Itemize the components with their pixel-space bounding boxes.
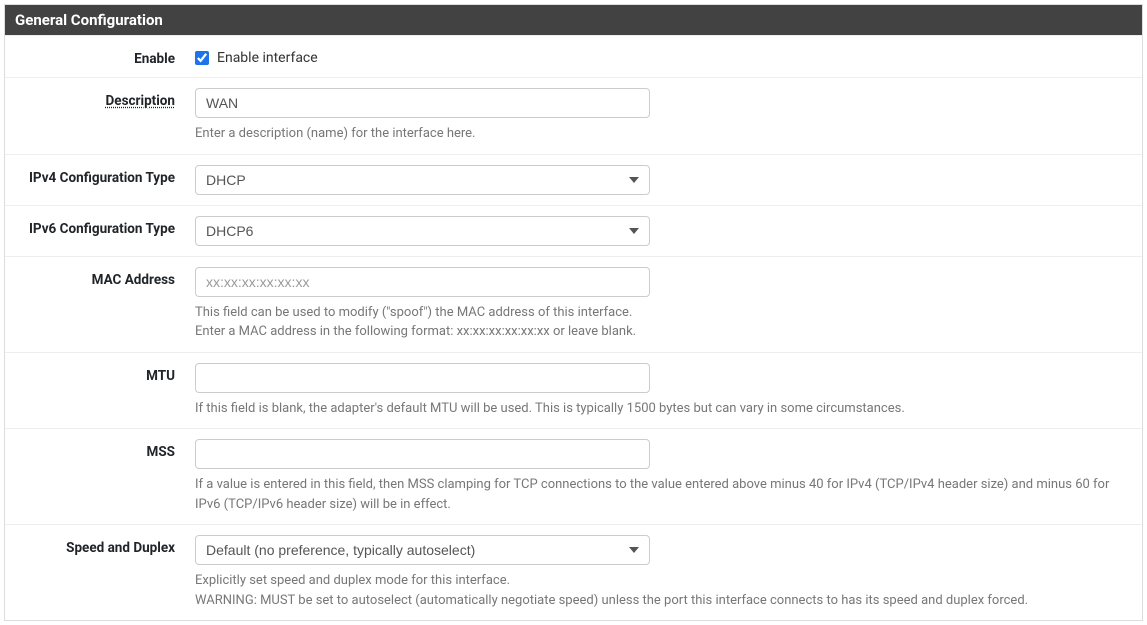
label-ipv4-type: IPv4 Configuration Type [15, 165, 195, 186]
row-mss: MSS If a value is entered in this field,… [5, 428, 1142, 524]
mss-help: If a value is entered in this field, the… [195, 475, 1132, 514]
label-mtu: MTU [15, 363, 195, 384]
mac-address-input[interactable] [195, 267, 650, 297]
general-configuration-panel: General Configuration Enable Enable inte… [4, 4, 1143, 621]
label-mac-address: MAC Address [15, 267, 195, 288]
label-ipv6-type: IPv6 Configuration Type [15, 216, 195, 237]
row-description: Description Enter a description (name) f… [5, 77, 1142, 154]
row-ipv4-type: IPv4 Configuration Type DHCP [5, 154, 1142, 205]
mtu-help: If this field is blank, the adapter's de… [195, 399, 1132, 419]
label-description: Description [15, 88, 195, 109]
mac-address-help: This field can be used to modify ("spoof… [195, 303, 1132, 342]
ipv6-type-select[interactable]: DHCP6 [195, 216, 650, 246]
speed-duplex-select[interactable]: Default (no preference, typically autose… [195, 535, 650, 565]
row-mtu: MTU If this field is blank, the adapter'… [5, 352, 1142, 429]
row-speed-duplex: Speed and Duplex Default (no preference,… [5, 524, 1142, 620]
mtu-input[interactable] [195, 363, 650, 393]
description-input[interactable] [195, 88, 650, 118]
enable-checkbox-label: Enable interface [217, 50, 318, 66]
ipv4-type-select[interactable]: DHCP [195, 165, 650, 195]
speed-duplex-help: Explicitly set speed and duplex mode for… [195, 571, 1132, 610]
enable-checkbox[interactable] [195, 51, 209, 65]
label-mss: MSS [15, 439, 195, 460]
label-enable: Enable [15, 46, 195, 67]
mss-input[interactable] [195, 439, 650, 469]
panel-title: General Configuration [5, 5, 1142, 35]
row-ipv6-type: IPv6 Configuration Type DHCP6 [5, 205, 1142, 256]
row-enable: Enable Enable interface [5, 35, 1142, 77]
description-help: Enter a description (name) for the inter… [195, 124, 1132, 144]
label-speed-duplex: Speed and Duplex [15, 535, 195, 556]
row-mac-address: MAC Address This field can be used to mo… [5, 256, 1142, 352]
